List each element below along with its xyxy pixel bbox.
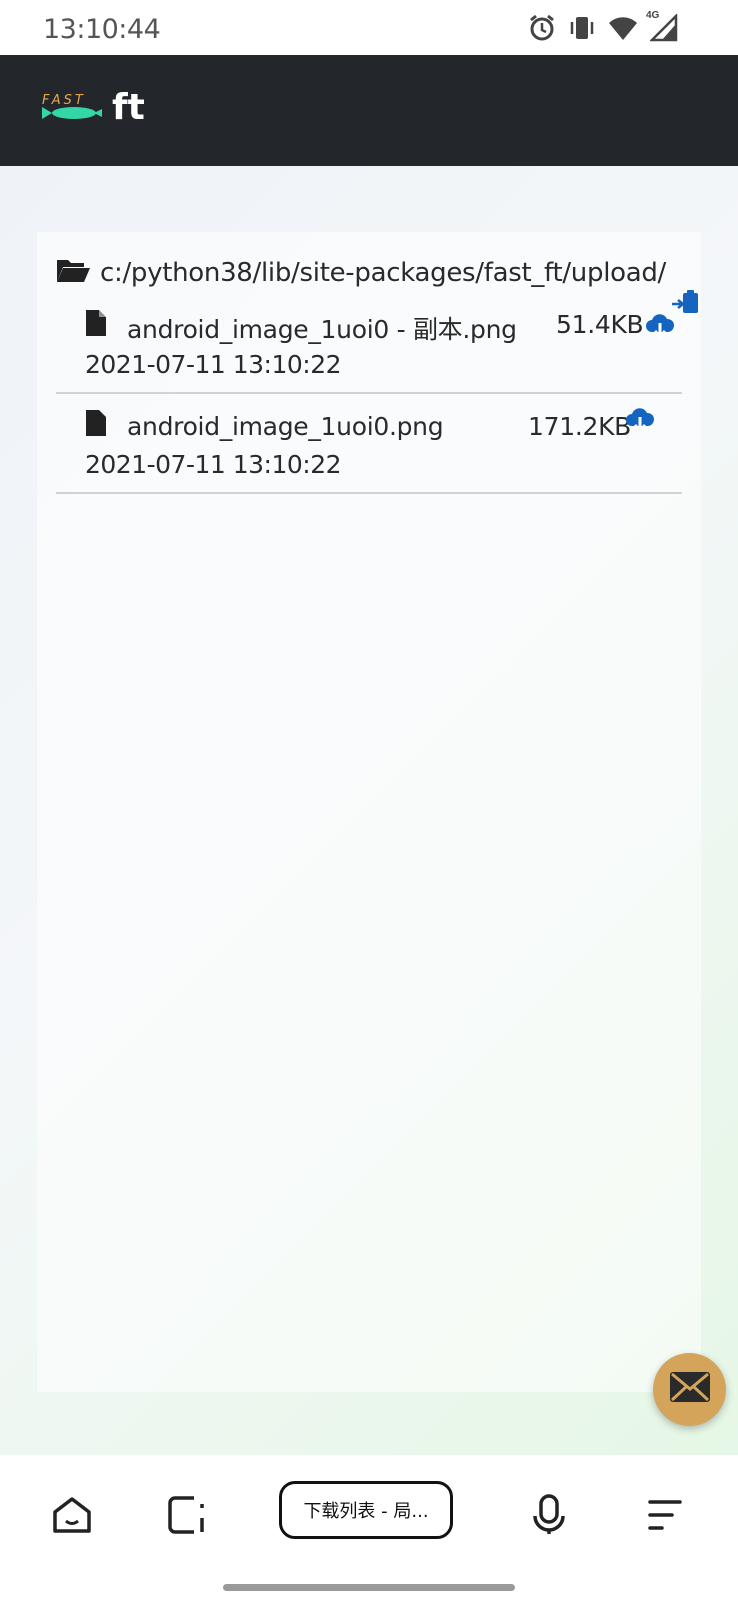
current-tab-pill[interactable]: 下载列表 - 局... xyxy=(279,1481,453,1539)
directory-path: c:/python38/lib/site-packages/fast_ft/up… xyxy=(100,257,667,288)
fish-logo-icon xyxy=(42,107,102,119)
alarm-icon xyxy=(528,14,556,42)
app-logo[interactable]: FAST ft xyxy=(42,87,152,133)
status-icons: 4G xyxy=(528,10,678,42)
cellular-signal-icon: 4G xyxy=(646,10,678,42)
menu-button[interactable] xyxy=(640,1491,688,1539)
status-bar: 13:10:44 4G xyxy=(0,0,738,55)
file-icon xyxy=(86,410,106,441)
browser-bottom-bar: 下载列表 - 局... xyxy=(0,1455,738,1600)
microphone-button[interactable] xyxy=(525,1491,573,1539)
file-list-item[interactable]: android_image_1uoi0 - 副本.png 51.4KB 2021… xyxy=(56,290,698,394)
directory-row[interactable]: c:/python38/lib/site-packages/fast_ft/up… xyxy=(56,256,666,289)
file-date: 2021-07-11 13:10:22 xyxy=(85,350,342,379)
app-header: FAST ft xyxy=(0,55,738,166)
cloud-download-icon[interactable] xyxy=(645,314,675,345)
copy-to-clipboard-icon[interactable] xyxy=(672,288,700,321)
file-size: 171.2KB xyxy=(528,412,632,441)
cloud-download-icon[interactable] xyxy=(625,408,655,439)
file-list-panel: c:/python38/lib/site-packages/fast_ft/up… xyxy=(37,232,701,1392)
wifi-icon xyxy=(608,15,638,41)
mail-fab-button[interactable] xyxy=(653,1353,726,1426)
status-time: 13:10:44 xyxy=(43,14,161,45)
file-date: 2021-07-11 13:10:22 xyxy=(85,450,342,479)
folder-open-icon xyxy=(56,256,90,289)
file-icon xyxy=(86,310,106,341)
file-size: 51.4KB xyxy=(556,310,644,339)
envelope-icon xyxy=(669,1371,711,1408)
file-name[interactable]: android_image_1uoi0.png xyxy=(127,412,444,441)
logo-ft-text: ft xyxy=(112,87,145,128)
network-type-label: 4G xyxy=(646,10,660,21)
file-name[interactable]: android_image_1uoi0 - 副本.png xyxy=(127,310,517,346)
vibrate-icon xyxy=(568,14,596,42)
tabs-button[interactable] xyxy=(163,1491,211,1539)
home-indicator[interactable] xyxy=(223,1584,515,1591)
home-button[interactable] xyxy=(48,1491,96,1539)
file-list-item[interactable]: android_image_1uoi0.png 171.2KB 2021-07-… xyxy=(56,402,682,494)
